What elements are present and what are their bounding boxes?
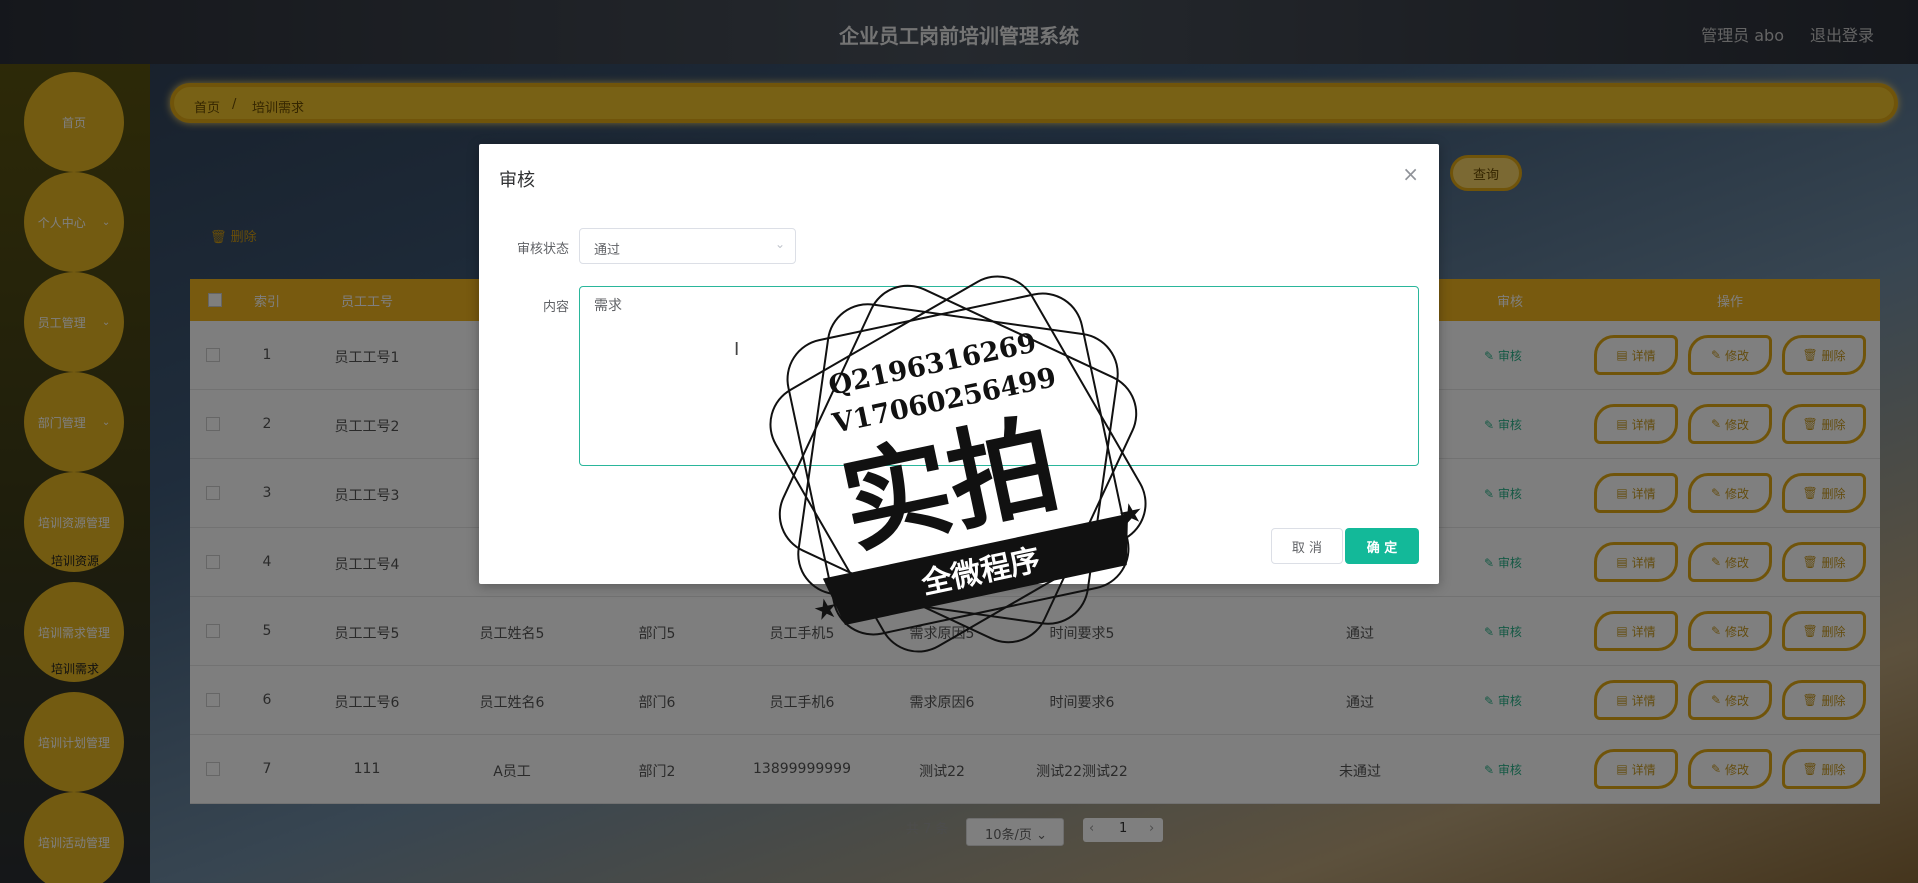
content-label: 内容 — [542, 300, 569, 315]
star-icon: ★ — [1115, 495, 1146, 532]
confirm-button[interactable]: 确 定 — [1345, 528, 1419, 564]
watermark-stamp: Q2196316269 V17060256499 实拍 全微程序 ★ ★ — [769, 275, 1147, 653]
cancel-button[interactable]: 取 消 — [1271, 528, 1343, 564]
text-cursor-icon: I — [734, 339, 740, 360]
close-icon[interactable]: × — [1402, 162, 1419, 186]
dialog-title: 审核 — [499, 170, 535, 191]
status-value: 通过 — [594, 243, 621, 258]
chevron-down-icon: ⌄ — [774, 237, 785, 251]
status-label: 审核状态 — [516, 242, 569, 257]
